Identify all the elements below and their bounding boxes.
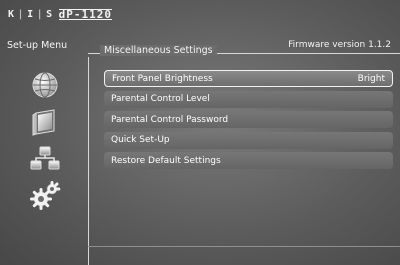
logo-letter: I <box>27 8 34 20</box>
kiss-logo: K | I | S dP-1120 <box>8 7 113 21</box>
display-icon[interactable] <box>28 107 62 137</box>
menu-title: Set-up Menu <box>7 40 68 51</box>
item-label: Parental Control Level <box>111 94 210 104</box>
firmware-version: Firmware version 1.1.2 <box>288 40 391 50</box>
quick-setup-item[interactable]: Quick Set-Up <box>104 131 393 149</box>
logo-divider: | <box>17 8 25 20</box>
section-title: Miscellaneous Settings <box>100 45 217 56</box>
item-label: Quick Set-Up <box>111 135 170 145</box>
network-icon[interactable] <box>28 144 62 174</box>
item-label: Front Panel Brightness <box>112 73 213 84</box>
item-label: Restore Default Settings <box>111 155 221 166</box>
item-value: Bright <box>357 73 385 84</box>
bottom-divider <box>88 246 400 247</box>
settings-list: Front Panel Brightness Bright Parental C… <box>104 70 393 173</box>
front-panel-brightness-item[interactable]: Front Panel Brightness Bright <box>104 70 393 87</box>
menu-divider <box>88 57 89 265</box>
restore-default-settings-item[interactable]: Restore Default Settings <box>104 152 393 169</box>
model-logo: dP-1120 <box>58 7 113 21</box>
gears-icon[interactable] <box>28 181 62 211</box>
logo-letter: S <box>46 8 53 20</box>
parental-control-password-item[interactable]: Parental Control Password <box>104 111 393 128</box>
logo-letter: K <box>8 8 15 20</box>
globe-icon[interactable] <box>28 70 62 100</box>
category-icons <box>28 70 64 218</box>
item-label: Parental Control Password <box>111 114 229 125</box>
logo-divider: | <box>36 8 44 20</box>
parental-control-level-item[interactable]: Parental Control Level <box>104 90 393 108</box>
